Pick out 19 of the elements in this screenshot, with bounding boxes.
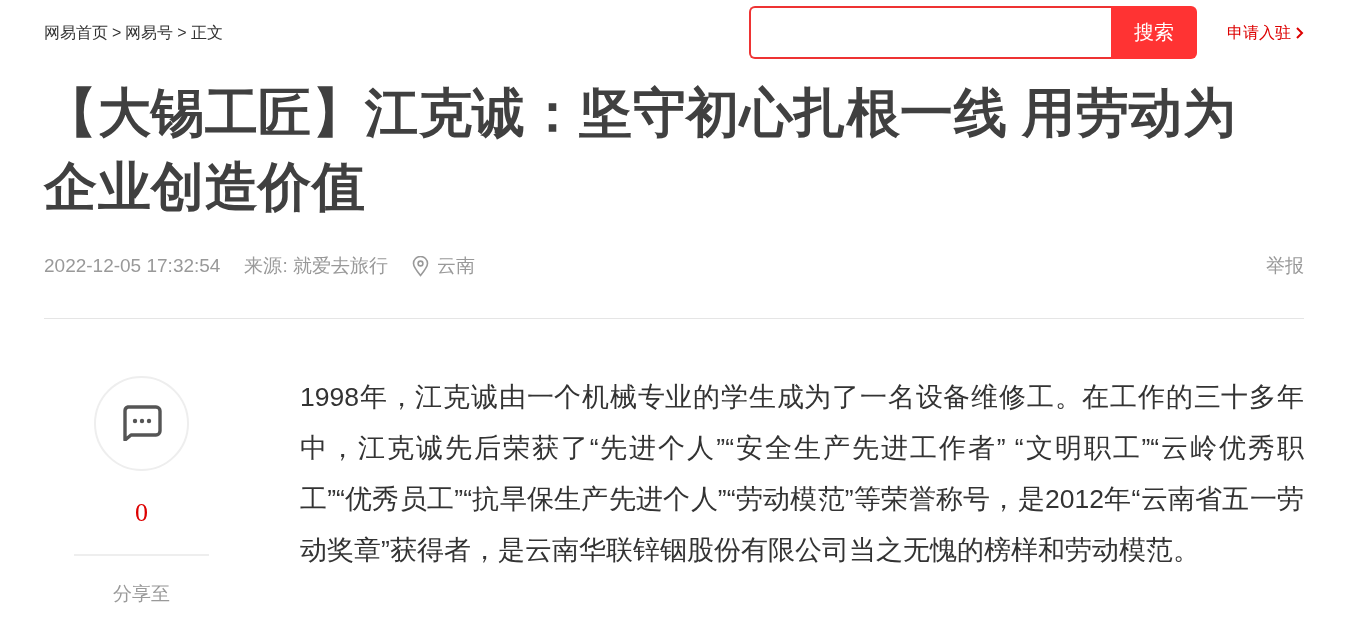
location-text: 云南	[437, 254, 475, 278]
search-button[interactable]: 搜索	[1111, 5, 1197, 59]
chevron-icon	[1295, 26, 1304, 40]
comment-count: 0	[135, 496, 148, 529]
article-paragraph: 1998年，江克诚由一个机械专业的学生成为了一名设备维修工。在工作的三十多年中，江克诚先后荣获了“先进个人”“安全生产先进工作者” “文明职工”“云岭优秀职工”“优秀员工”“抗旱保生产先进个人”“劳动模范”等荣誉称号，是2012年“云南省五一劳动奖章”获得者，是云南华联锌铟股份有限公司当之无愧的榜样和劳动模范。	[300, 380, 1304, 567]
publish-time: 2022-12-05 17:32:54	[44, 254, 221, 278]
breadcrumb-link[interactable]: 网易号	[125, 21, 174, 45]
source-text: 来源: 就爱去旅行	[244, 254, 388, 278]
comment-button[interactable]	[94, 375, 189, 471]
apply-link[interactable]: 申请入驻	[1227, 21, 1304, 45]
breadcrumb-separator: >	[177, 23, 187, 43]
comment-icon	[121, 405, 162, 441]
breadcrumb-link[interactable]: 网易首页	[44, 21, 108, 45]
location-icon	[412, 255, 429, 277]
breadcrumb-link[interactable]: 正文	[190, 21, 223, 45]
search-field[interactable]	[749, 5, 1111, 59]
share-label: 分享至	[113, 581, 170, 606]
breadcrumb-separator: >	[112, 23, 122, 43]
article-title: 【大锡工匠】江克诚：坚守初心扎根一线 用劳动为企业创造价值	[44, 82, 1238, 218]
